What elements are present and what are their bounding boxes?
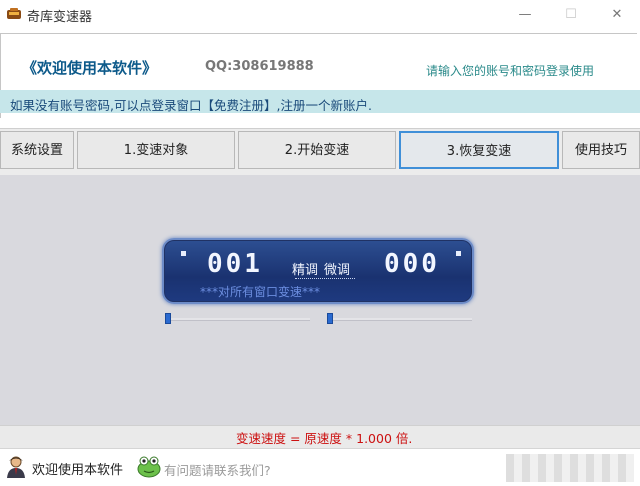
lcd-indicator-left (181, 251, 186, 256)
login-hint: 请输入您的账号和密码登录使用 (426, 64, 595, 78)
app-icon (7, 8, 21, 19)
fine-speed-slider[interactable] (166, 318, 310, 321)
lcd-indicator-right (456, 251, 461, 256)
speed-status-text: 变速速度 = 原速度 * 1.000 倍. (236, 431, 413, 446)
title-bar: 奇库变速器 — ☐ ✕ (0, 0, 640, 30)
frog-help-icon[interactable] (136, 453, 162, 479)
maximize-button[interactable]: ☐ (548, 0, 594, 30)
notice-text: 如果没有账号密码,可以点登录窗口【免费注册】,注册一个新账户. (10, 98, 372, 113)
tab-restore-speed[interactable]: 3.恢复变速 (399, 131, 559, 169)
tab-start-speed[interactable]: 2.开始变速 (238, 131, 396, 169)
window-title: 奇库变速器 (27, 10, 93, 25)
watermark-area (506, 454, 634, 482)
close-button[interactable]: ✕ (594, 0, 640, 30)
tab-usage-tips[interactable]: 使用技巧 (562, 131, 640, 169)
contact-us-link[interactable]: 有问题请联系我们? (164, 460, 271, 479)
tab-speed-target[interactable]: 1.变速对象 (77, 131, 235, 169)
user-icon (7, 456, 25, 478)
micro-speed-slider[interactable] (328, 318, 472, 321)
qq-contact: QQ:308619888 (205, 59, 314, 74)
fine-speed-slider-thumb[interactable] (165, 313, 171, 324)
welcome-title: 《欢迎使用本软件》 (22, 59, 158, 77)
minimize-button[interactable]: — (502, 0, 548, 30)
speed-scope-label: ***对所有窗口变速*** (200, 285, 321, 299)
lcd-tick-marks (295, 272, 355, 279)
micro-speed-slider-thumb[interactable] (327, 313, 333, 324)
footer-welcome-text: 欢迎使用本软件 (32, 463, 124, 478)
speed-value-coarse: 001 (207, 249, 263, 279)
tab-system-settings[interactable]: 系统设置 (0, 131, 74, 169)
speed-value-fine: 000 (384, 249, 440, 279)
